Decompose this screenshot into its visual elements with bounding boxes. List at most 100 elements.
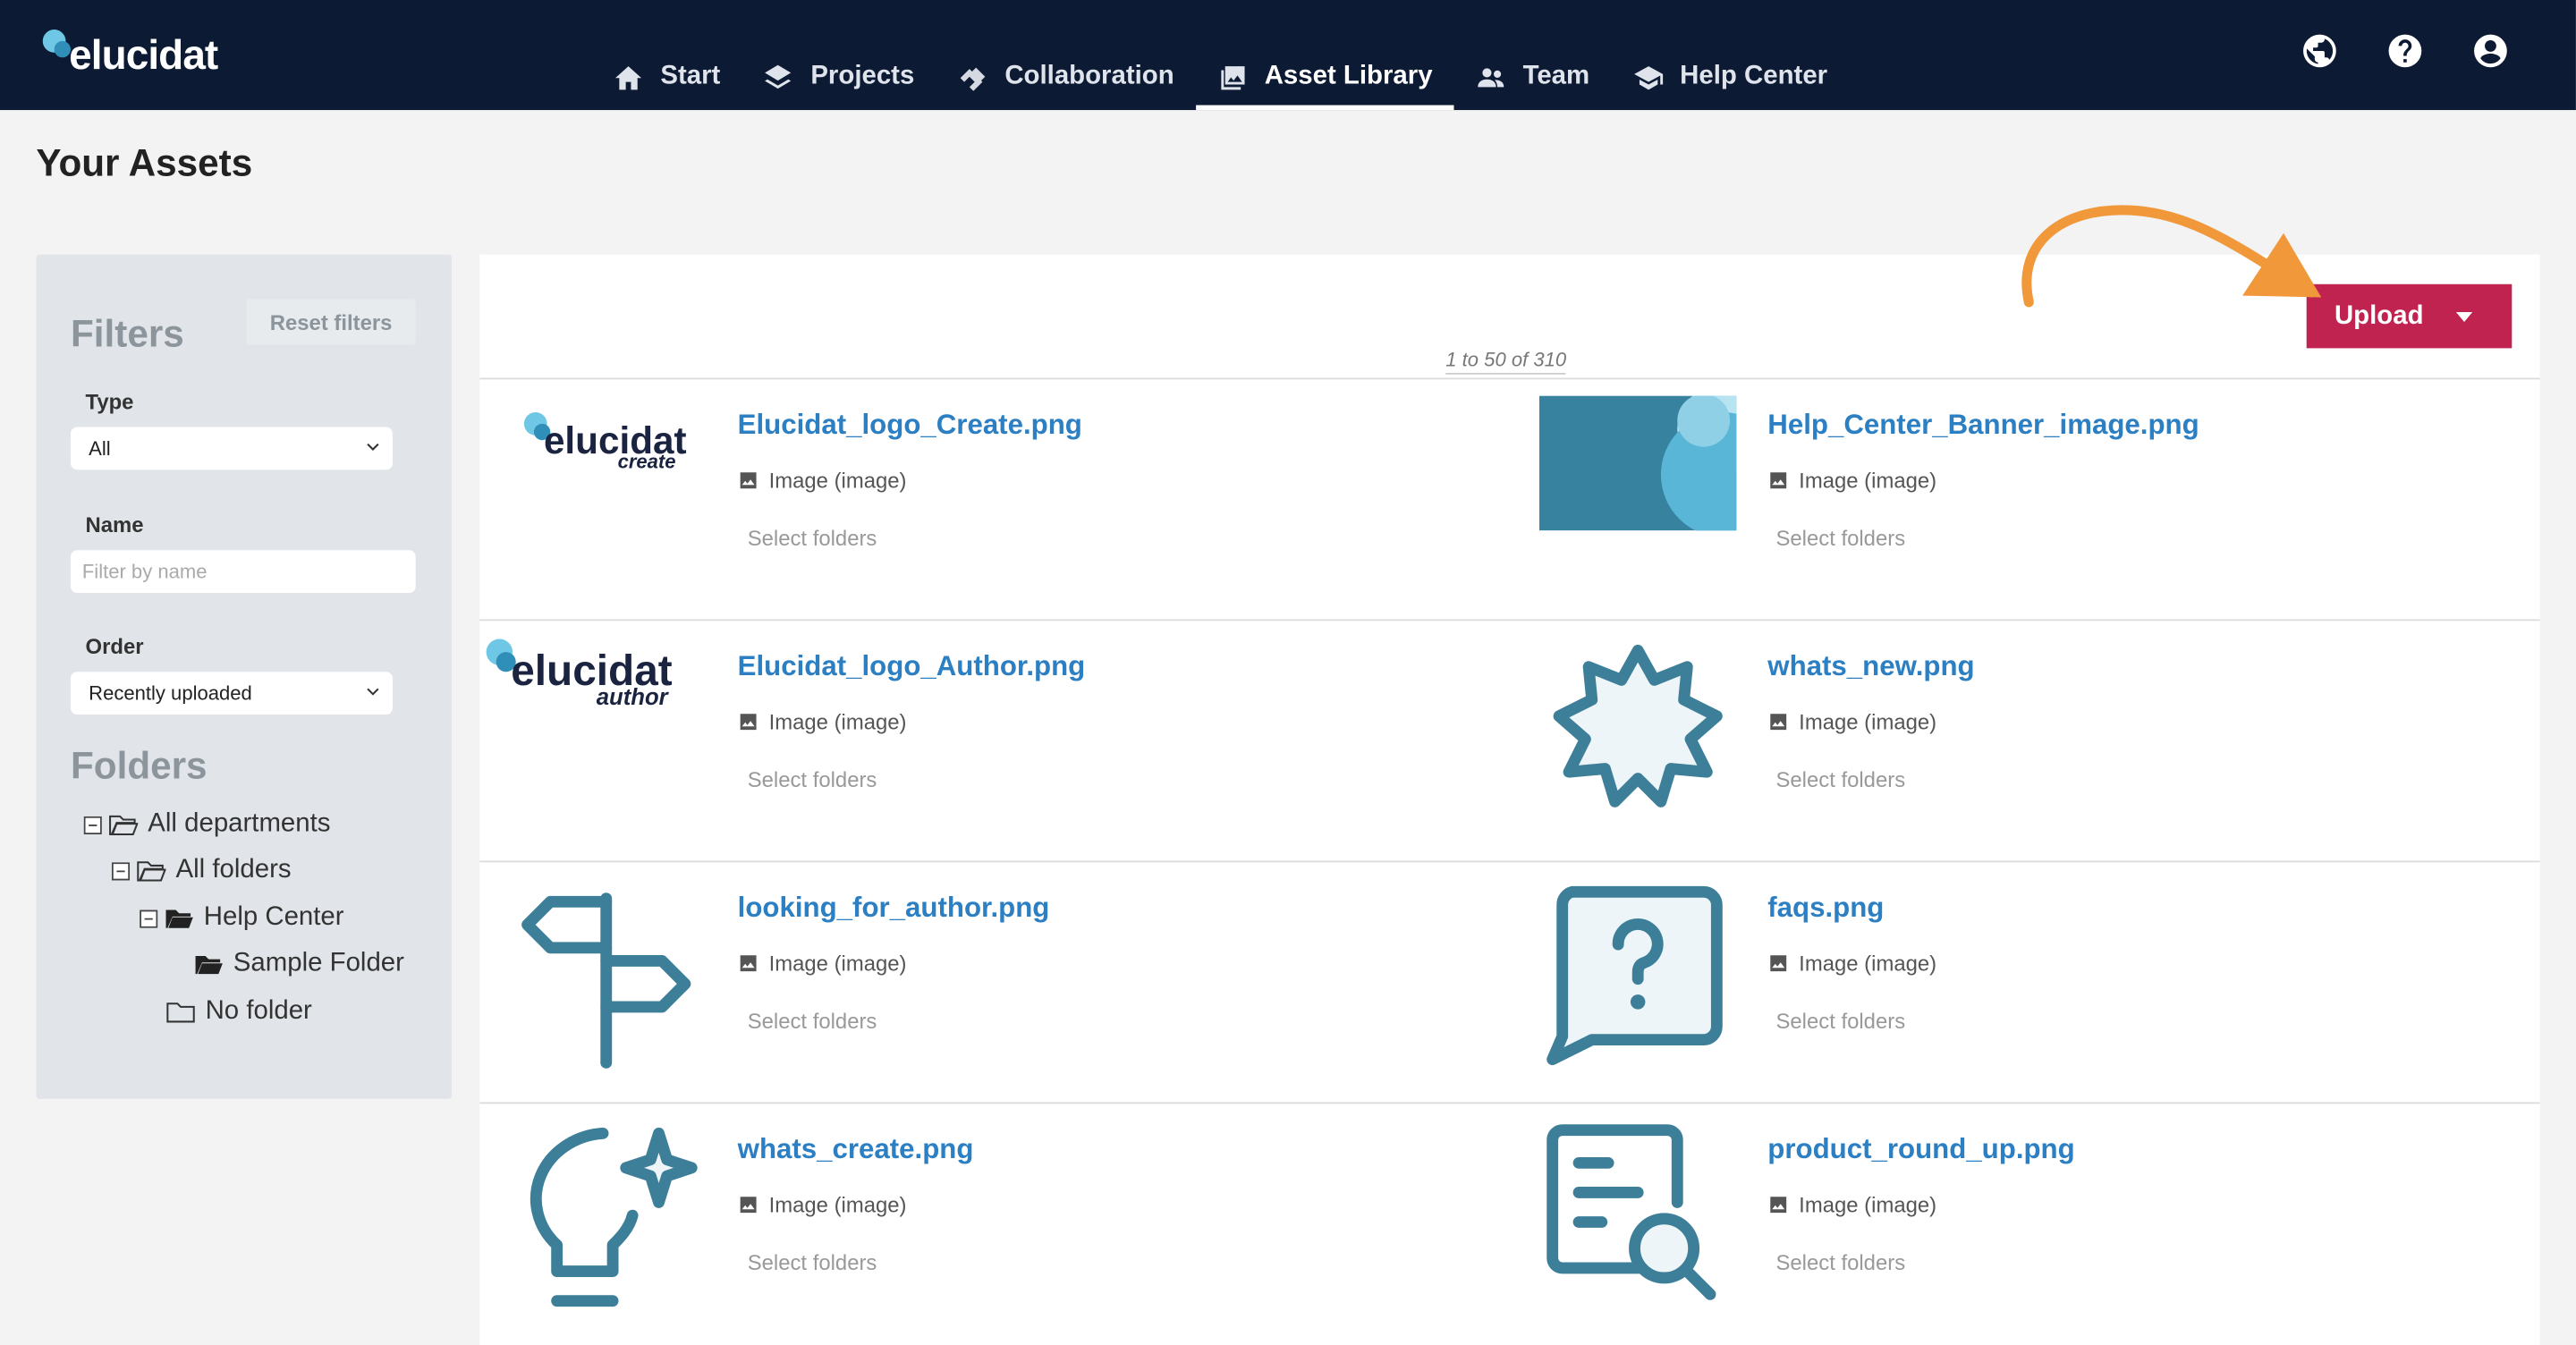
asset-name-link[interactable]: looking_for_author.png <box>738 892 1050 925</box>
account-icon[interactable] <box>2470 31 2510 71</box>
folder-open-icon <box>195 955 223 975</box>
image-icon <box>1770 472 1787 489</box>
question-bubble-icon <box>1546 885 1723 1066</box>
asset-card: faqs.png Image (image) Select folders <box>1539 879 2460 1109</box>
layers-icon <box>765 63 792 89</box>
collaboration-icon <box>959 66 985 90</box>
select-folders-link[interactable]: Select folders <box>1775 526 1905 551</box>
collapse-toggle-icon[interactable] <box>140 909 158 927</box>
nav-team[interactable]: Team <box>1453 49 1611 105</box>
asset-card: whats_create.png Image (image) Select fo… <box>508 1121 1428 1345</box>
folder-tree-item[interactable]: No folder <box>166 997 312 1027</box>
team-icon <box>1478 67 1504 87</box>
folder-tree-item[interactable]: Help Center <box>140 903 344 933</box>
image-icon <box>1770 955 1787 972</box>
asset-type: Image (image) <box>1767 1192 1936 1217</box>
nav-help-center[interactable]: Help Center <box>1611 49 1849 105</box>
nav-collaboration[interactable]: Collaboration <box>936 49 1195 105</box>
select-folders-link[interactable]: Select folders <box>748 767 877 792</box>
document-search-icon <box>1546 1124 1716 1300</box>
divider <box>479 377 2540 380</box>
filters-heading: Filters <box>70 311 184 355</box>
callout-arrow <box>2021 205 2322 308</box>
name-filter-input[interactable]: Filter by name <box>70 550 416 594</box>
select-folders-link[interactable]: Select folders <box>1775 1009 1905 1034</box>
asset-name-link[interactable]: product_round_up.png <box>1767 1133 2074 1166</box>
select-folders-link[interactable]: Select folders <box>748 526 877 551</box>
upload-button[interactable]: Upload <box>2306 283 2512 349</box>
elucidat-create-logo-thumbnail[interactable]: elucidat create <box>508 396 722 593</box>
folder-tree-item[interactable]: Sample Folder <box>194 950 404 979</box>
select-folders-link[interactable]: Select folders <box>748 1250 877 1275</box>
select-folders-link[interactable]: Select folders <box>748 1009 877 1034</box>
document-search-thumbnail[interactable] <box>1539 1121 1753 1317</box>
image-icon <box>740 1197 757 1214</box>
page-title: Your Assets <box>36 140 253 184</box>
image-icon <box>740 472 757 489</box>
nav-start[interactable]: Start <box>591 49 741 105</box>
chevron-down-icon <box>367 443 379 451</box>
caret-down-icon <box>2455 311 2473 322</box>
badge-thumbnail[interactable] <box>1539 638 1753 834</box>
pagination-count: 1 to 50 of 310 <box>1445 348 1567 375</box>
name-label: Name <box>85 512 144 537</box>
image-icon <box>1770 1197 1787 1214</box>
signpost-thumbnail[interactable] <box>508 879 722 1076</box>
order-select[interactable]: Recently uploaded <box>70 672 393 715</box>
lightbulb-thumbnail[interactable] <box>508 1121 722 1317</box>
folder-icon <box>166 1002 195 1023</box>
type-select[interactable]: All <box>70 427 393 470</box>
select-folders-link[interactable]: Select folders <box>1775 767 1905 792</box>
asset-name-link[interactable]: whats_new.png <box>1767 650 1974 683</box>
collapse-toggle-icon[interactable] <box>83 815 102 834</box>
folder-open-icon <box>109 815 139 836</box>
globe-icon[interactable] <box>2300 31 2339 71</box>
home-icon <box>614 65 642 89</box>
order-label: Order <box>85 633 144 659</box>
badge-icon <box>1553 644 1723 808</box>
signpost-icon <box>521 892 691 1069</box>
image-library-icon <box>1220 65 1244 89</box>
nav-projects[interactable]: Projects <box>741 49 936 105</box>
graduation-cap-icon <box>1633 65 1663 89</box>
folder-tree-item[interactable]: All folders <box>111 856 292 885</box>
help-icon[interactable] <box>2385 31 2425 71</box>
nav-asset-library[interactable]: Asset Library <box>1195 49 1454 111</box>
asset-type: Image (image) <box>1767 709 1936 734</box>
top-navigation-bar: elucidat Start Projects Collaboration As… <box>0 0 2576 111</box>
faq-thumbnail[interactable] <box>1539 879 1753 1076</box>
asset-card: elucidat author Elucidat_logo_Author.png… <box>486 638 1428 867</box>
image-icon <box>740 714 757 731</box>
asset-name-link[interactable]: Elucidat_logo_Create.png <box>738 409 1082 442</box>
chevron-down-icon <box>367 688 379 696</box>
elucidat-author-logo-thumbnail[interactable]: elucidat author <box>486 638 722 834</box>
folder-open-icon <box>165 909 193 928</box>
assets-panel: 1 to 50 of 310 Upload elucidat create El… <box>479 254 2540 1345</box>
logo-sub: author <box>597 685 670 710</box>
main-nav: Start Projects Collaboration Asset Libra… <box>591 49 1849 111</box>
type-label: Type <box>85 389 134 414</box>
image-icon <box>740 955 757 972</box>
asset-type: Image (image) <box>1767 468 1936 493</box>
folders-heading: Folders <box>70 744 208 787</box>
asset-card: looking_for_author.png Image (image) Sel… <box>508 879 1428 1109</box>
asset-type: Image (image) <box>738 468 907 493</box>
banner-image-thumbnail[interactable] <box>1538 385 1786 593</box>
asset-card: product_round_up.png Image (image) Selec… <box>1539 1121 2460 1345</box>
asset-name-link[interactable]: faqs.png <box>1767 892 1884 925</box>
select-folders-link[interactable]: Select folders <box>1775 1250 1905 1275</box>
folder-open-icon <box>137 861 166 882</box>
asset-type: Image (image) <box>738 951 907 976</box>
collapse-toggle-icon[interactable] <box>111 861 131 880</box>
logo-sub: create <box>618 450 676 472</box>
reset-filters-button[interactable]: Reset filters <box>246 299 416 345</box>
asset-card: elucidat create Elucidat_logo_Create.png… <box>508 396 1428 626</box>
asset-type: Image (image) <box>738 709 907 734</box>
asset-name-link[interactable]: Elucidat_logo_Author.png <box>738 650 1086 683</box>
folder-tree-item[interactable]: All departments <box>83 809 331 839</box>
filters-sidebar: Filters Reset filters Type All Name Filt… <box>36 254 453 1099</box>
lightbulb-sparkle-icon <box>530 1127 698 1307</box>
asset-name-link[interactable]: Help_Center_Banner_image.png <box>1767 409 2199 442</box>
asset-name-link[interactable]: whats_create.png <box>738 1133 974 1166</box>
asset-type: Image (image) <box>738 1192 907 1217</box>
